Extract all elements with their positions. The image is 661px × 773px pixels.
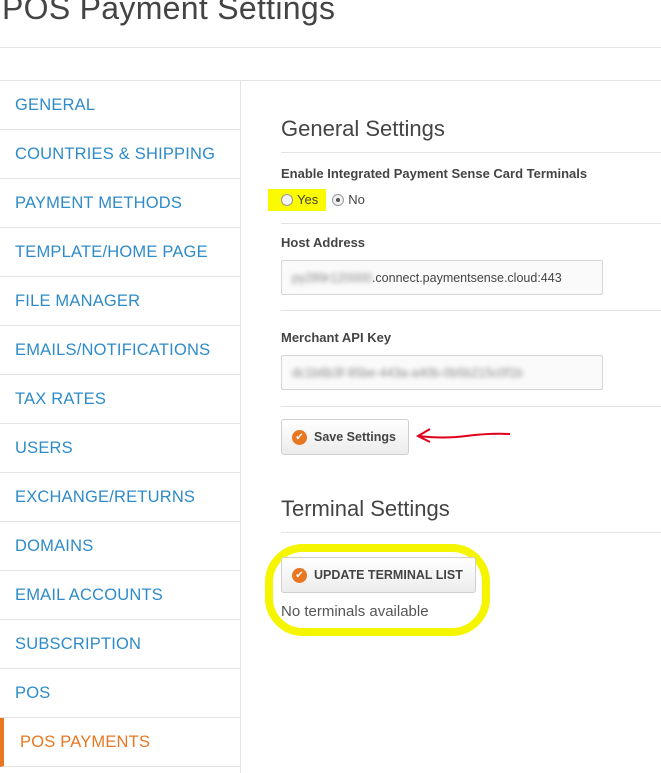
enable-terminals-radio-group: Yes No: [281, 192, 379, 207]
host-address-value: .connect.paymentsense.cloud:443: [371, 270, 562, 285]
general-settings-heading: General Settings: [281, 116, 445, 141]
yes-radio-label[interactable]: Yes: [297, 192, 318, 207]
save-settings-label: Save Settings: [314, 430, 396, 444]
divider: [281, 406, 661, 407]
merchant-api-key-redacted: dc1b6b3f-95be-443a-a40b-0b5b215c0f1b: [292, 365, 523, 380]
host-address-redacted: py289r120000: [292, 270, 372, 285]
sidebar-item-users[interactable]: USERS: [0, 424, 240, 473]
yes-radio[interactable]: [281, 193, 293, 206]
terminal-settings-heading: Terminal Settings: [281, 496, 450, 521]
divider: [281, 532, 661, 533]
divider: [281, 152, 661, 153]
no-terminals-message: No terminals available: [281, 603, 429, 620]
save-settings-button[interactable]: ✔ Save Settings: [281, 419, 409, 455]
merchant-api-key-label: Merchant API Key: [281, 330, 392, 345]
host-address-input[interactable]: py289r120000 .connect.paymentsense.cloud…: [281, 260, 603, 295]
check-icon: ✔: [292, 429, 307, 445]
no-radio-label[interactable]: No: [348, 192, 365, 207]
divider: [281, 223, 661, 224]
sidebar-item-countries-shipping[interactable]: COUNTRIES & SHIPPING: [0, 130, 240, 179]
sidebar-item-pos-payments[interactable]: POS PAYMENTS: [0, 718, 240, 767]
sidebar-item-general[interactable]: GENERAL: [0, 81, 240, 130]
sidebar-item-email-accounts[interactable]: EMAIL ACCOUNTS: [0, 571, 240, 620]
page-title: POS Payment Settings: [2, 0, 336, 26]
sidebar-item-pos[interactable]: POS: [0, 669, 240, 718]
sidebar-item-emails-notifications[interactable]: EMAILS/NOTIFICATIONS: [0, 326, 240, 375]
check-icon: ✔: [292, 567, 307, 583]
merchant-api-key-input[interactable]: dc1b6b3f-95be-443a-a40b-0b5b215c0f1b: [281, 355, 603, 390]
host-address-label: Host Address: [281, 235, 366, 250]
enable-terminals-label: Enable Integrated Payment Sense Card Ter…: [281, 166, 588, 181]
sidebar-item-exchange-returns[interactable]: EXCHANGE/RETURNS: [0, 473, 240, 522]
update-terminal-list-button[interactable]: ✔ UPDATE TERMINAL LIST: [281, 557, 476, 593]
sidebar-item-file-manager[interactable]: FILE MANAGER: [0, 277, 240, 326]
sidebar-item-tax-rates[interactable]: TAX RATES: [0, 375, 240, 424]
sidebar-item-subscription[interactable]: SUBSCRIPTION: [0, 620, 240, 669]
red-arrow-annotation: [415, 428, 511, 443]
no-radio[interactable]: [332, 193, 345, 206]
sidebar-item-template-home-page[interactable]: TEMPLATE/HOME PAGE: [0, 228, 240, 277]
divider: [281, 310, 661, 311]
sidebar-item-payment-methods[interactable]: PAYMENT METHODS: [0, 179, 240, 228]
settings-sidebar: GENERAL COUNTRIES & SHIPPING PAYMENT MET…: [0, 81, 241, 773]
divider: [0, 47, 661, 48]
sidebar-item-domains[interactable]: DOMAINS: [0, 522, 240, 571]
update-terminal-list-label: UPDATE TERMINAL LIST: [314, 568, 463, 582]
